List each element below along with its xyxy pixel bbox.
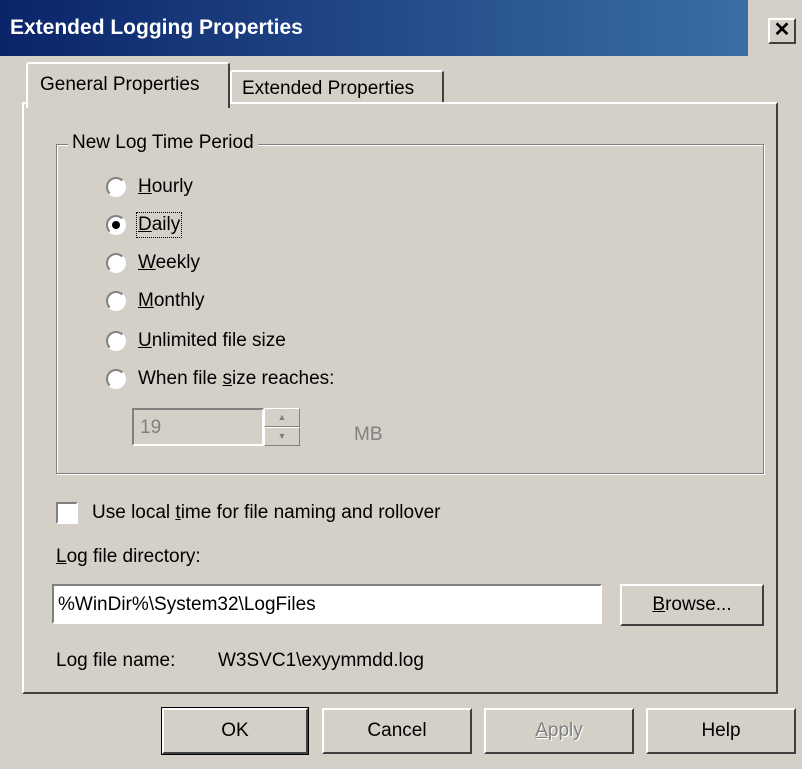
local-time-pre: Use local	[92, 502, 176, 523]
hotkey-d: D	[138, 214, 152, 235]
radio-daily-text: aily	[151, 214, 181, 235]
title-bar: Extended Logging Properties ✕	[0, 0, 802, 56]
ok-label: OK	[221, 720, 249, 741]
radio-hourly-circle[interactable]	[106, 177, 126, 197]
radio-file-size[interactable]: When file size reaches:	[106, 366, 334, 392]
file-size-input[interactable]: 19	[132, 408, 264, 446]
cancel-button[interactable]: Cancel	[322, 708, 472, 754]
spin-down-button[interactable]: ▼	[264, 427, 300, 446]
radio-unlimited[interactable]: Unlimited file size	[106, 328, 286, 354]
radio-unlimited-label: Unlimited file size	[138, 330, 286, 352]
size-unit-label: MB	[354, 424, 383, 445]
log-file-name-value: W3SVC1\exyymmdd.log	[218, 650, 424, 671]
spin-up-button[interactable]: ▲	[264, 408, 300, 427]
browse-label-text: rowse...	[665, 594, 732, 615]
radio-unlimited-text: nlimited file size	[151, 330, 286, 351]
help-button[interactable]: Help	[646, 708, 796, 754]
close-icon: ✕	[773, 19, 791, 41]
hotkey-b: B	[652, 594, 666, 615]
radio-file-size-pre: When file	[138, 368, 223, 389]
apply-label: Apply	[535, 720, 583, 742]
log-file-name-label: Log file name:	[56, 650, 176, 671]
hotkey-m: M	[138, 290, 154, 311]
ok-button[interactable]: OK	[161, 707, 309, 755]
log-directory-label-text: og file directory:	[66, 546, 201, 567]
window-title: Extended Logging Properties	[10, 16, 303, 39]
browse-button[interactable]: Browse...	[620, 584, 764, 626]
cancel-label: Cancel	[367, 720, 427, 741]
file-size-spinner[interactable]: ▲ ▼	[264, 408, 300, 446]
radio-monthly-circle[interactable]	[106, 291, 126, 311]
log-period-legend: New Log Time Period	[68, 132, 258, 154]
tab-extended-label: Extended Properties	[242, 78, 415, 99]
radio-weekly-text: eekly	[155, 252, 200, 273]
hotkey-l: L	[56, 546, 67, 567]
close-button[interactable]: ✕	[768, 18, 796, 44]
radio-daily[interactable]: Daily	[106, 212, 183, 238]
radio-monthly-text: onthly	[153, 290, 205, 311]
radio-hourly-text: ourly	[151, 176, 193, 197]
radio-weekly[interactable]: Weekly	[106, 250, 200, 276]
browse-label: Browse...	[652, 594, 731, 616]
apply-button[interactable]: Apply	[484, 708, 634, 754]
radio-monthly-label: Monthly	[138, 290, 205, 312]
local-time-text: ime for file naming and rollover	[180, 502, 441, 523]
radio-unlimited-circle[interactable]	[106, 331, 126, 351]
hotkey-a: A	[535, 720, 548, 741]
help-label: Help	[701, 720, 741, 741]
hotkey-w: W	[138, 252, 156, 273]
radio-hourly-label: Hourly	[138, 176, 193, 198]
tab-general-label: General Properties	[40, 74, 200, 95]
radio-weekly-circle[interactable]	[106, 253, 126, 273]
radio-hourly[interactable]: Hourly	[106, 174, 193, 200]
tab-extended-properties[interactable]: Extended Properties	[230, 70, 444, 104]
radio-weekly-label: Weekly	[138, 252, 200, 274]
apply-label-text: pply	[547, 720, 583, 741]
hotkey-s: s	[222, 368, 232, 389]
radio-file-size-label: When file size reaches:	[138, 368, 334, 390]
radio-monthly[interactable]: Monthly	[106, 288, 205, 314]
hotkey-u: U	[138, 330, 152, 351]
radio-file-size-text: ize reaches:	[231, 368, 335, 389]
arrow-down-icon: ▼	[277, 431, 287, 441]
hotkey-h: H	[138, 176, 152, 197]
local-time-checkbox-row[interactable]: Use local time for file naming and rollo…	[56, 500, 441, 526]
radio-daily-label: Daily	[135, 212, 183, 238]
radio-file-size-circle[interactable]	[106, 369, 126, 389]
arrow-up-icon: ▲	[277, 412, 287, 422]
log-directory-label: Log file directory:	[56, 546, 201, 568]
tab-general-properties[interactable]: General Properties	[26, 62, 230, 108]
local-time-label: Use local time for file naming and rollo…	[92, 502, 441, 524]
local-time-checkbox[interactable]	[56, 502, 78, 524]
radio-daily-circle[interactable]	[106, 215, 126, 235]
log-directory-input[interactable]: %WinDir%\System32\LogFiles	[52, 584, 602, 624]
